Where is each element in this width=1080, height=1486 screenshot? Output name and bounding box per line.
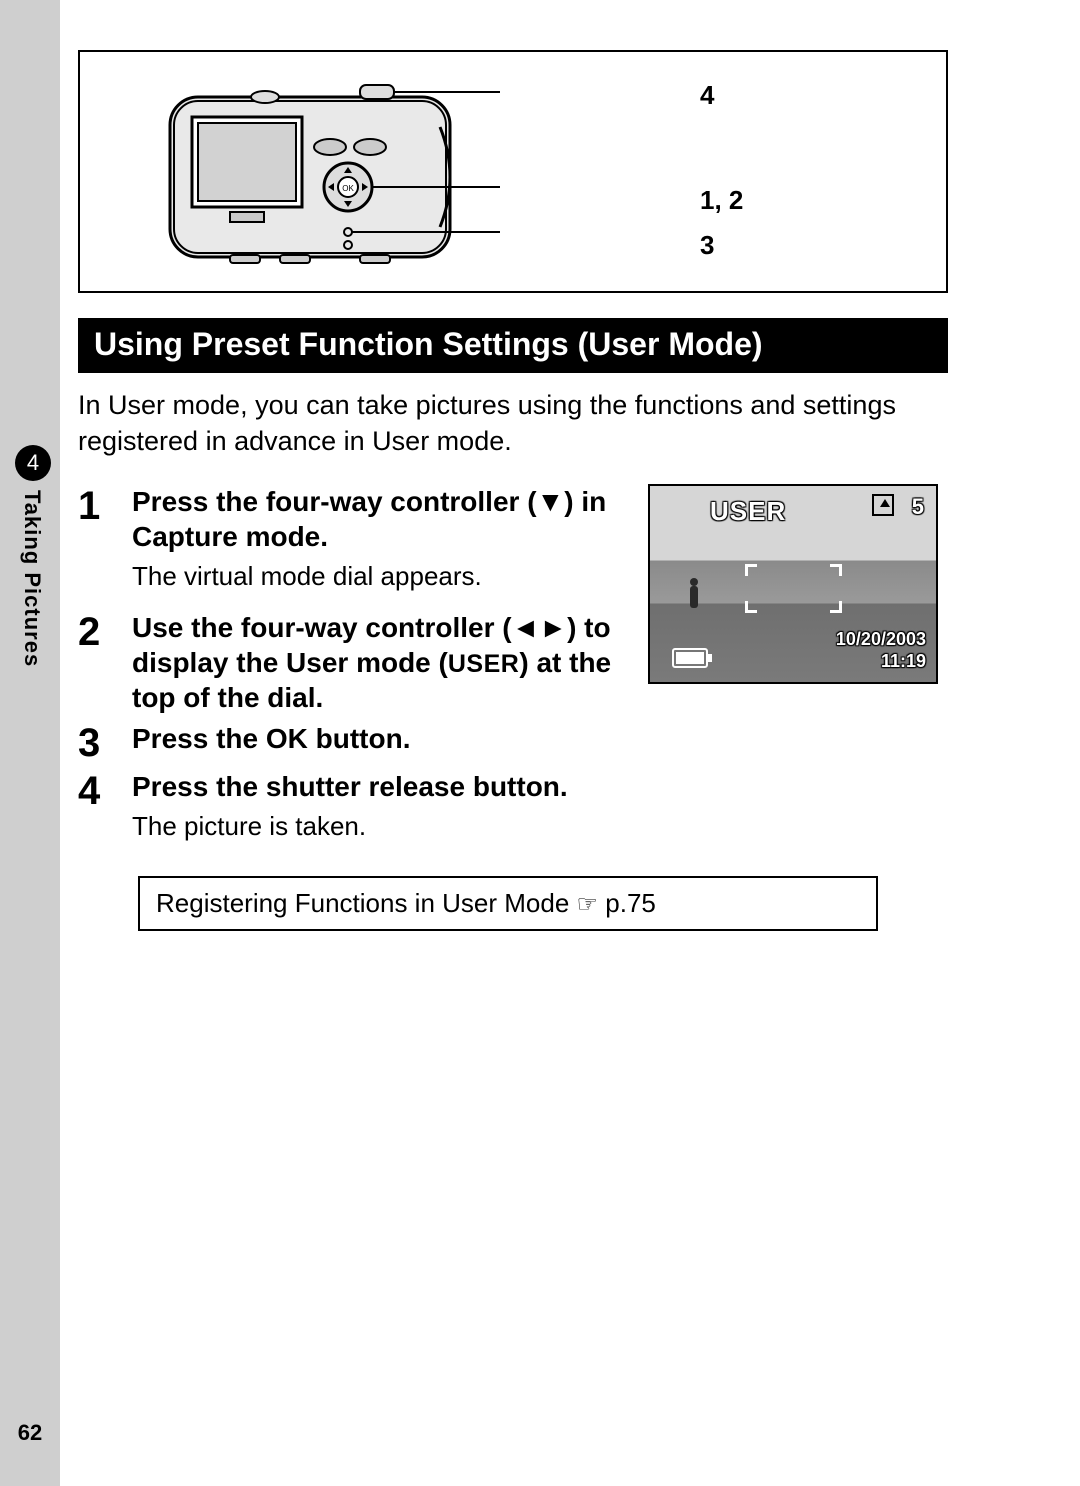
content-area: OK 4 1, 2 3 xyxy=(78,50,1028,931)
ss-person-silhouette xyxy=(690,586,698,608)
step-title: Press the shutter release button. xyxy=(132,769,948,804)
step-1: 1 Press the four-way controller (▼) in C… xyxy=(78,484,638,604)
step-title-text: Press the four-way controller ( xyxy=(132,486,537,517)
step-number: 4 xyxy=(78,769,132,811)
ss-focus-bracket xyxy=(745,564,757,576)
ss-count: 5 xyxy=(912,494,924,520)
step-description: The picture is taken. xyxy=(132,810,948,844)
pointer-icon: ☞ xyxy=(577,891,599,918)
chapter-title-vertical: Taking Pictures xyxy=(15,490,45,790)
step-title: Use the four-way controller (◄►) to disp… xyxy=(132,610,638,715)
cross-reference-box: Registering Functions in User Mode ☞ p.7… xyxy=(138,876,878,931)
camera-diagram-box: OK 4 1, 2 3 xyxy=(78,50,948,293)
ss-battery-icon xyxy=(672,648,708,668)
down-arrow-icon: ▼ xyxy=(537,486,565,517)
page-number: 62 xyxy=(0,1420,60,1446)
ss-date: 10/20/2003 xyxy=(836,629,926,650)
ss-focus-bracket xyxy=(830,601,842,613)
step-body: Press the four-way controller (▼) in Cap… xyxy=(132,484,638,604)
ss-card-icon xyxy=(872,494,894,516)
left-right-arrow-icon: ◄► xyxy=(512,612,567,643)
callout-1-2: 1, 2 xyxy=(700,187,743,213)
ss-time: 11:19 xyxy=(881,651,926,672)
lcd-screenshot: USER 5 10/20/2003 11:19 xyxy=(648,484,938,684)
camera-illustration: OK xyxy=(100,67,500,277)
user-mode-label: USER xyxy=(448,650,519,678)
callout-3: 3 xyxy=(700,232,714,258)
step-number: 2 xyxy=(78,610,132,652)
step-body: Use the four-way controller (◄►) to disp… xyxy=(132,610,638,715)
reference-page: p.75 xyxy=(598,888,656,918)
ss-mode-label: USER xyxy=(710,496,786,527)
step-title: Press the four-way controller (▼) in Cap… xyxy=(132,484,638,554)
step-body: Press the OK button. xyxy=(132,721,948,756)
steps-list: USER 5 10/20/2003 11:19 1 Press the four… xyxy=(78,484,978,931)
step-number: 3 xyxy=(78,721,132,763)
chapter-number-badge: 4 xyxy=(15,445,51,481)
step-body: Press the shutter release button. The pi… xyxy=(132,769,948,854)
ss-focus-bracket xyxy=(830,564,842,576)
manual-page: 62 4 Taking Pictures OK xyxy=(0,0,1080,1486)
step-2: 2 Use the four-way controller (◄►) to di… xyxy=(78,610,638,715)
section-heading: Using Preset Function Settings (User Mod… xyxy=(78,318,948,373)
step-4: 4 Press the shutter release button. The … xyxy=(78,769,948,854)
step-title: Press the OK button. xyxy=(132,721,948,756)
svg-text:OK: OK xyxy=(342,184,354,193)
step-number: 1 xyxy=(78,484,132,526)
ss-focus-bracket xyxy=(745,601,757,613)
step-3: 3 Press the OK button. xyxy=(78,721,948,763)
reference-text: Registering Functions in User Mode xyxy=(156,888,577,918)
step-title-text: Use the four-way controller ( xyxy=(132,612,512,643)
callout-4: 4 xyxy=(700,82,714,108)
intro-paragraph: In User mode, you can take pictures usin… xyxy=(78,387,948,460)
step-description: The virtual mode dial appears. xyxy=(132,560,638,594)
